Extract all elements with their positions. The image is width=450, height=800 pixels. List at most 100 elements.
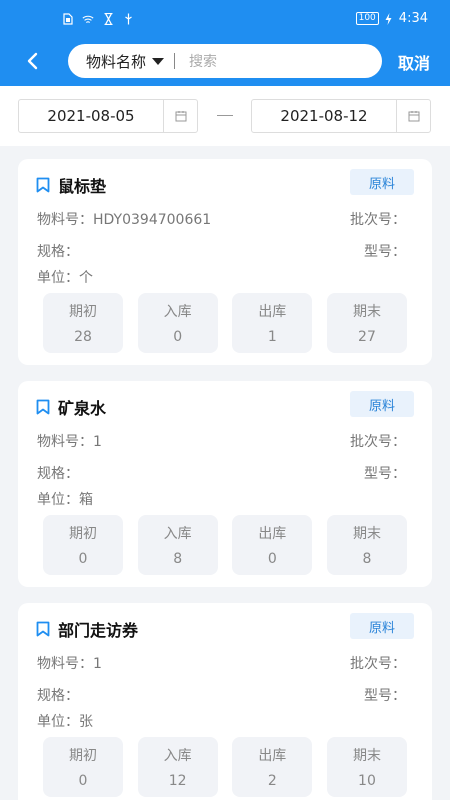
spec-label: 规格： — [37, 688, 79, 704]
stat-opening: 期初 28 — [43, 293, 123, 353]
bookmark-icon — [36, 621, 50, 637]
model-label: 型号： — [364, 688, 406, 704]
material-no-label: 物料号： — [37, 212, 93, 228]
end-date-value: 2021-08-12 — [280, 107, 368, 125]
stat-value: 0 — [267, 551, 277, 567]
material-no-value: 1 — [93, 434, 102, 450]
start-date-value: 2021-08-05 — [47, 107, 135, 125]
stat-label: 期末 — [352, 526, 381, 542]
stat-value: 0 — [173, 329, 183, 345]
stat-inbound: 入库 12 — [137, 737, 218, 797]
stat-opening: 期初 0 — [43, 737, 123, 797]
stats-row: 期初 28 入库 0 出库 1 期末 27 — [43, 293, 407, 353]
material-no-row: 物料号：HDY0394700661 — [37, 209, 211, 229]
category-badge: 原料 — [350, 169, 414, 195]
app-header: 100 4:34 物料名称 取消 — [0, 0, 450, 86]
search-input[interactable] — [189, 53, 350, 69]
stat-closing: 期末 10 — [326, 737, 407, 797]
status-icons-right: 100 4:34 — [355, 11, 428, 26]
hourglass-icon — [102, 13, 114, 25]
stat-label: 入库 — [163, 526, 192, 542]
card-title: 鼠标垫 — [36, 173, 106, 197]
battery-indicator: 100 — [355, 12, 379, 25]
spec-label: 规格： — [37, 466, 79, 482]
usb-icon — [122, 13, 134, 25]
stat-value: 8 — [362, 551, 372, 567]
stat-value: 28 — [74, 329, 92, 345]
status-icons-left — [62, 13, 134, 25]
unit-value: 张 — [79, 714, 93, 730]
stat-label: 入库 — [163, 748, 192, 764]
stat-outbound: 出库 0 — [232, 515, 313, 575]
unit-row: 单位：箱 — [37, 489, 93, 509]
status-bar: 100 4:34 — [0, 0, 450, 40]
item-name: 矿泉水 — [58, 399, 107, 418]
stat-value: 27 — [358, 329, 376, 345]
material-no-row: 物料号：1 — [37, 431, 102, 451]
sim-icon — [62, 13, 74, 25]
stat-label: 期初 — [69, 304, 97, 320]
stat-inbound: 入库 8 — [137, 515, 218, 575]
stat-opening: 期初 0 — [43, 515, 123, 575]
stat-value: 2 — [267, 773, 277, 789]
chevron-left-icon — [27, 52, 38, 70]
item-name: 鼠标垫 — [58, 177, 107, 196]
inventory-card[interactable]: 鼠标垫 原料 物料号：HDY0394700661 批次号： 规格： 型号： 单位… — [18, 159, 432, 365]
spec-label: 规格： — [37, 244, 79, 260]
category-badge: 原料 — [350, 391, 414, 417]
inventory-card[interactable]: 矿泉水 原料 物料号：1 批次号： 规格： 型号： 单位：箱 期初 0 入库 8 出… — [18, 381, 432, 587]
inventory-card[interactable]: 部门走访券 原料 物料号：1 批次号： 规格： 型号： 单位：张 期初 0 入库 1… — [18, 603, 432, 800]
stats-row: 期初 0 入库 8 出库 0 期末 8 — [43, 515, 407, 575]
calendar-icon — [163, 100, 197, 132]
stat-value: 1 — [267, 329, 277, 345]
material-no-row: 物料号：1 — [37, 653, 102, 673]
stat-label: 期初 — [69, 526, 97, 542]
stat-value: 8 — [173, 551, 183, 567]
unit-label: 单位： — [37, 492, 79, 508]
model-label: 型号： — [364, 466, 406, 482]
stat-outbound: 出库 2 — [232, 737, 313, 797]
material-no-label: 物料号： — [37, 656, 93, 672]
stat-label: 出库 — [258, 304, 287, 320]
card-title: 部门走访券 — [36, 617, 138, 641]
stat-value: 12 — [168, 773, 187, 789]
stat-closing: 期末 27 — [326, 293, 407, 353]
stat-label: 期末 — [352, 304, 381, 320]
unit-row: 单位：张 — [37, 711, 93, 731]
stat-value: 10 — [358, 773, 376, 789]
back-button[interactable] — [18, 46, 46, 76]
bookmark-icon — [36, 399, 50, 415]
card-title: 矿泉水 — [36, 395, 106, 419]
category-badge: 原料 — [350, 613, 414, 639]
stat-inbound: 入库 0 — [137, 293, 218, 353]
model-label: 型号： — [364, 244, 406, 260]
stat-label: 出库 — [258, 526, 287, 542]
search-bar: 物料名称 — [68, 44, 382, 78]
batch-no-label: 批次号： — [350, 212, 406, 228]
search-divider — [174, 53, 176, 69]
start-date-picker[interactable]: 2021-08-05 — [18, 99, 198, 133]
calendar-icon — [396, 100, 430, 132]
cancel-button[interactable]: 取消 — [398, 50, 430, 74]
stat-label: 期末 — [352, 748, 381, 764]
unit-label: 单位： — [37, 714, 79, 730]
item-name: 部门走访券 — [58, 621, 139, 640]
material-no-value: 1 — [93, 656, 102, 672]
wifi-icon — [82, 13, 94, 25]
date-range-separator — [217, 115, 233, 116]
batch-no-label: 批次号： — [350, 656, 406, 672]
unit-row: 单位：个 — [37, 267, 93, 287]
stat-label: 期初 — [69, 748, 97, 764]
stat-value: 0 — [78, 551, 88, 567]
bookmark-icon — [36, 177, 50, 193]
unit-value: 个 — [79, 270, 93, 286]
search-type-label: 物料名称 — [86, 52, 147, 71]
stat-closing: 期末 8 — [326, 515, 407, 575]
end-date-picker[interactable]: 2021-08-12 — [251, 99, 431, 133]
unit-value: 箱 — [79, 492, 93, 508]
stat-label: 入库 — [163, 304, 192, 320]
batch-no-label: 批次号： — [350, 434, 406, 450]
search-type-select[interactable]: 物料名称 — [68, 51, 165, 72]
stat-outbound: 出库 1 — [232, 293, 313, 353]
status-time: 4:34 — [398, 11, 428, 26]
